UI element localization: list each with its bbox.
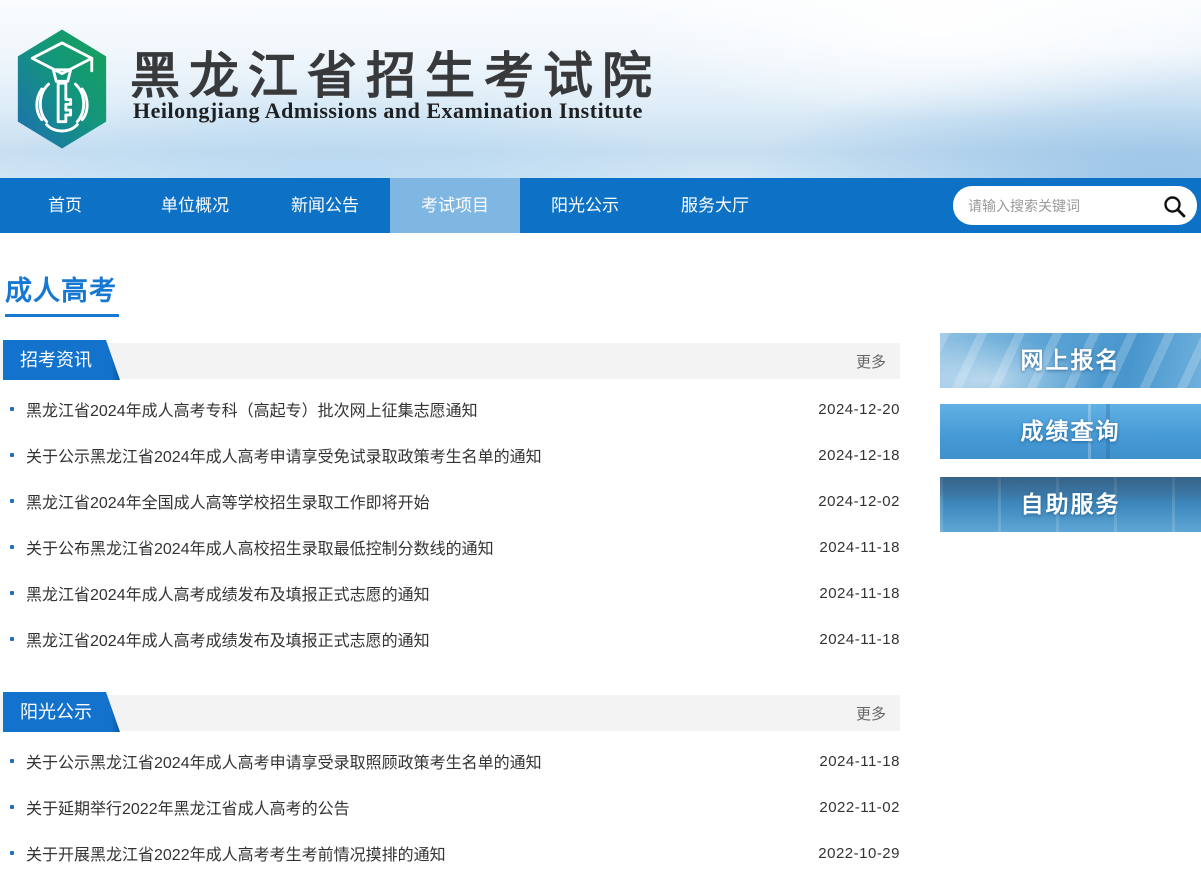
search-button[interactable] bbox=[1161, 193, 1187, 219]
news-row: 黑龙江省2024年成人高考成绩发布及填报正式志愿的通知 2024-11-18 bbox=[0, 570, 900, 616]
bullet-dot-icon bbox=[10, 407, 14, 411]
bullet-dot-icon bbox=[10, 499, 14, 503]
content-column: 成人高考 招考资讯更多黑龙江省2024年成人高考专科（高起专）批次网上征集志愿通… bbox=[0, 233, 900, 876]
news-link[interactable]: 关于公布黑龙江省2024年成人高校招生录取最低控制分数线的通知 bbox=[26, 535, 494, 559]
news-list: 关于公示黑龙江省2024年成人高考申请享受录取照顾政策考生名单的通知 2024-1… bbox=[0, 731, 900, 876]
more-link[interactable]: 更多 bbox=[856, 703, 886, 724]
nav-items: 首页单位概况新闻公告考试项目阳光公示服务大厅 bbox=[0, 178, 780, 233]
site-logo[interactable] bbox=[14, 27, 110, 151]
nav-item-5[interactable]: 阳光公示 bbox=[520, 178, 650, 233]
news-row: 黑龙江省2024年全国成人高等学校招生录取工作即将开始 2024-12-02 bbox=[0, 478, 900, 524]
more-link[interactable]: 更多 bbox=[856, 351, 886, 372]
bullet-dot-icon bbox=[10, 453, 14, 457]
news-link[interactable]: 关于公示黑龙江省2024年成人高考申请享受免试录取政策考生名单的通知 bbox=[26, 443, 542, 467]
news-row: 关于公示黑龙江省2024年成人高考申请享受免试录取政策考生名单的通知 2024-1… bbox=[0, 432, 900, 478]
news-link[interactable]: 黑龙江省2024年成人高考成绩发布及填报正式志愿的通知 bbox=[26, 627, 430, 651]
main-nav: 首页单位概况新闻公告考试项目阳光公示服务大厅 bbox=[0, 178, 1201, 233]
news-section-1: 招考资讯 更多黑龙江省2024年成人高考专科（高起专）批次网上征集志愿通知 2024… bbox=[0, 343, 900, 662]
bullet-dot-icon bbox=[10, 805, 14, 809]
news-link[interactable]: 黑龙江省2024年全国成人高等学校招生录取工作即将开始 bbox=[26, 489, 430, 513]
bullet-dot-icon bbox=[10, 637, 14, 641]
site-subtitle: Heilongjiang Admissions and Examination … bbox=[133, 98, 643, 124]
news-section-2: 阳光公示 更多关于公示黑龙江省2024年成人高考申请享受录取照顾政策考生名单的通知… bbox=[0, 695, 900, 876]
section-title-tab: 招考资讯 bbox=[3, 340, 120, 380]
nav-item-6[interactable]: 服务大厅 bbox=[650, 178, 780, 233]
news-date: 2024-11-18 bbox=[819, 631, 900, 648]
news-link[interactable]: 关于延期举行2022年黑龙江省成人高考的公告 bbox=[26, 795, 350, 819]
search-input[interactable] bbox=[968, 198, 1161, 214]
page-root: 黑龙江省招生考试院 Heilongjiang Admissions and Ex… bbox=[0, 0, 1201, 890]
main-content: 成人高考 招考资讯更多黑龙江省2024年成人高考专科（高起专）批次网上征集志愿通… bbox=[0, 233, 1201, 876]
news-date: 2024-12-20 bbox=[818, 401, 900, 418]
news-row: 黑龙江省2024年成人高考专科（高起专）批次网上征集志愿通知 2024-12-20 bbox=[0, 386, 900, 432]
news-date: 2024-11-18 bbox=[819, 539, 900, 556]
section-header-bar: 阳光公示 更多 bbox=[0, 695, 900, 731]
institute-logo-icon bbox=[14, 27, 110, 151]
news-list: 黑龙江省2024年成人高考专科（高起专）批次网上征集志愿通知 2024-12-20… bbox=[0, 379, 900, 662]
news-link[interactable]: 黑龙江省2024年成人高考成绩发布及填报正式志愿的通知 bbox=[26, 581, 430, 605]
news-link[interactable]: 关于开展黑龙江省2022年成人高考考生考前情况摸排的通知 bbox=[26, 841, 446, 865]
news-row: 关于延期举行2022年黑龙江省成人高考的公告 2022-11-02 bbox=[0, 784, 900, 830]
bullet-dot-icon bbox=[10, 851, 14, 855]
news-date: 2024-11-18 bbox=[819, 753, 900, 770]
nav-item-4[interactable]: 考试项目 bbox=[390, 178, 520, 233]
news-date: 2024-12-02 bbox=[818, 493, 900, 510]
site-header: 黑龙江省招生考试院 Heilongjiang Admissions and Ex… bbox=[0, 0, 1201, 178]
news-date: 2024-12-18 bbox=[818, 447, 900, 464]
search-box bbox=[953, 186, 1197, 225]
bullet-dot-icon bbox=[10, 759, 14, 763]
section-title-tab: 阳光公示 bbox=[3, 692, 120, 732]
bullet-dot-icon bbox=[10, 591, 14, 595]
section-header-bar: 招考资讯 更多 bbox=[0, 343, 900, 379]
news-row: 黑龙江省2024年成人高考成绩发布及填报正式志愿的通知 2024-11-18 bbox=[0, 616, 900, 662]
quick-link-button-1[interactable]: 网上报名 bbox=[940, 333, 1201, 388]
news-link[interactable]: 关于公示黑龙江省2024年成人高考申请享受录取照顾政策考生名单的通知 bbox=[26, 749, 542, 773]
news-row: 关于开展黑龙江省2022年成人高考考生考前情况摸排的通知 2022-10-29 bbox=[0, 830, 900, 876]
news-date: 2022-10-29 bbox=[818, 845, 900, 862]
news-link[interactable]: 黑龙江省2024年成人高考专科（高起专）批次网上征集志愿通知 bbox=[26, 397, 478, 421]
nav-item-3[interactable]: 新闻公告 bbox=[260, 178, 390, 233]
quick-link-button-3[interactable]: 自助服务 bbox=[940, 477, 1201, 532]
news-row: 关于公示黑龙江省2024年成人高考申请享受录取照顾政策考生名单的通知 2024-1… bbox=[0, 738, 900, 784]
nav-item-2[interactable]: 单位概况 bbox=[130, 178, 260, 233]
quick-link-button-2[interactable]: 成绩查询 bbox=[940, 404, 1201, 459]
news-row: 关于公布黑龙江省2024年成人高校招生录取最低控制分数线的通知 2024-11-1… bbox=[0, 524, 900, 570]
news-date: 2022-11-02 bbox=[819, 799, 900, 816]
quick-links-sidebar: 网上报名成绩查询自助服务 bbox=[940, 233, 1201, 876]
search-icon bbox=[1162, 194, 1186, 218]
page-title: 成人高考 bbox=[5, 269, 119, 317]
news-sections: 招考资讯更多黑龙江省2024年成人高考专科（高起专）批次网上征集志愿通知2024… bbox=[0, 343, 900, 876]
nav-item-1[interactable]: 首页 bbox=[0, 178, 130, 233]
bullet-dot-icon bbox=[10, 545, 14, 549]
news-date: 2024-11-18 bbox=[819, 585, 900, 602]
